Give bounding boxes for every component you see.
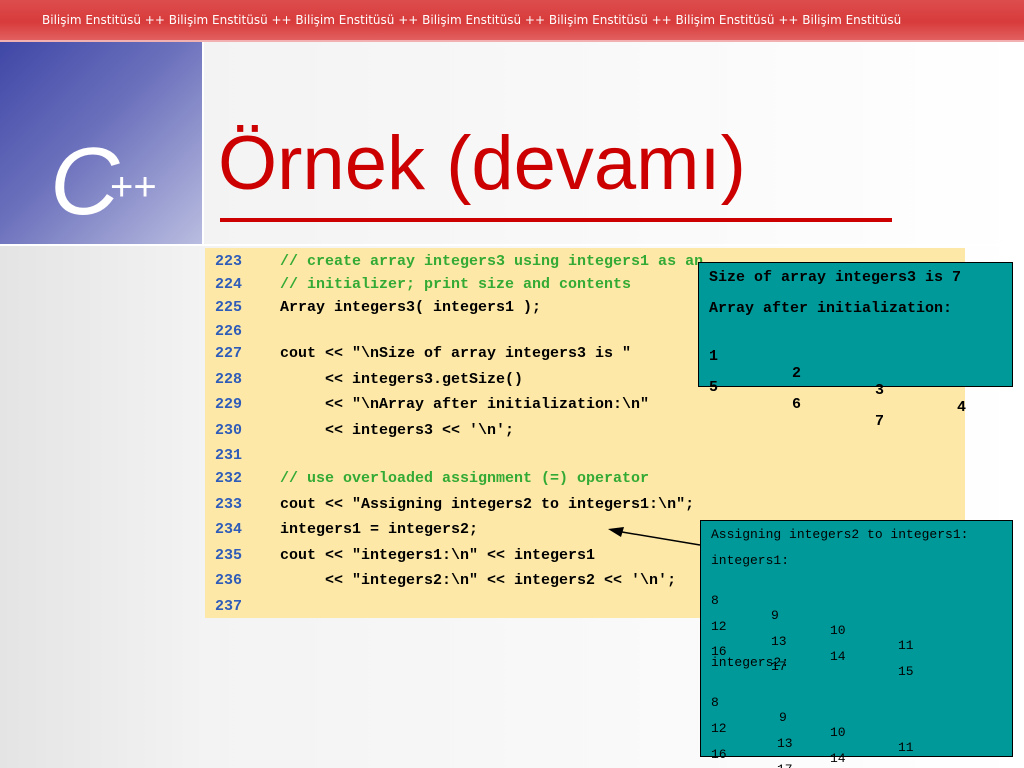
callout-arrow	[608, 527, 701, 546]
arrow-head	[608, 527, 624, 537]
arrow-line	[621, 531, 701, 546]
